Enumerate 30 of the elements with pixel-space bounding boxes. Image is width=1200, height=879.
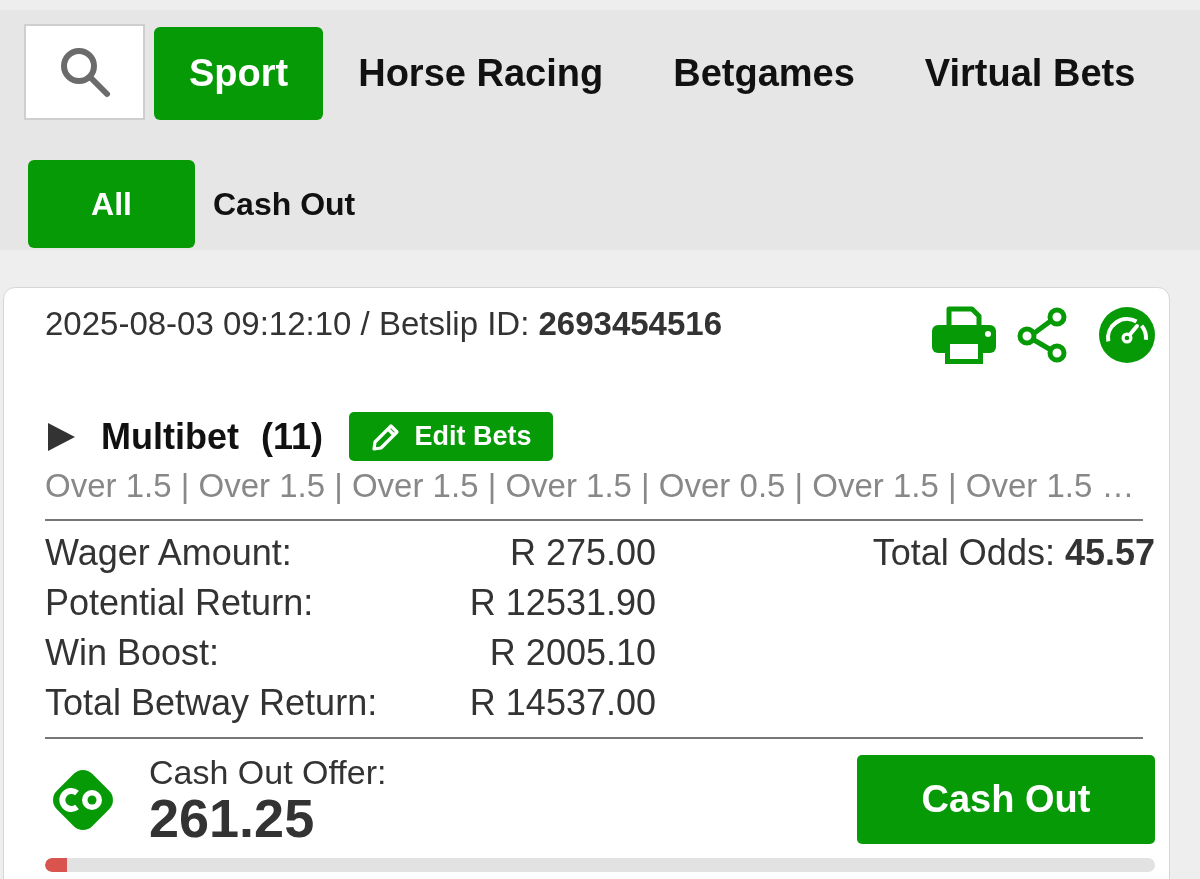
cash-out-amount: 261.25: [149, 789, 316, 846]
edit-bets-button[interactable]: Edit Bets: [349, 412, 554, 461]
expand-triangle-icon[interactable]: [48, 422, 75, 451]
betslip-info-text: 2025-08-03 09:12:10 / Betslip ID: 2693454516: [45, 304, 723, 344]
summary-value: R 14537.00: [469, 681, 656, 725]
summary-value: R 12531.90: [469, 581, 656, 625]
share-icon[interactable]: [1017, 306, 1067, 363]
total-odds-text: Total Odds: 45.57: [872, 531, 1155, 575]
bet-type-label: Multibet: [101, 415, 239, 458]
gauge-icon[interactable]: [1099, 306, 1155, 363]
summary-label: Win Boost:: [45, 631, 221, 675]
nav-tab[interactable]: Horse Racing: [323, 27, 639, 120]
nav-tab[interactable]: Sport: [154, 27, 324, 120]
summary-label: Total Betway Return:: [45, 681, 379, 725]
selections-text: Over 1.5 | Over 1.5 | Over 1.5 | Over 1.5 | Over 0.5 | Over 1.5 | Over 1.5 …: [45, 466, 1136, 506]
summary-label: Potential Return:: [45, 581, 315, 625]
summary-value: R 2005.10: [488, 631, 656, 675]
nav-tab[interactable]: Virtual Bets: [889, 27, 1171, 120]
summary-label: Wager Amount:: [45, 531, 293, 575]
summary-value: R 275.00: [508, 531, 656, 575]
cash-out-button[interactable]: Cash Out: [857, 755, 1155, 844]
search-button[interactable]: [24, 24, 145, 120]
pencil-icon: [370, 421, 401, 452]
cash-out-offer-label: Cash Out Offer:: [149, 753, 387, 790]
printer-icon[interactable]: [932, 305, 996, 364]
filter-tab[interactable]: Cash Out: [195, 160, 374, 248]
filter-tab[interactable]: All: [28, 160, 195, 248]
nav-tab[interactable]: Betgames: [638, 27, 890, 120]
search-icon: [58, 46, 111, 98]
bet-count-label: (11): [261, 415, 324, 458]
